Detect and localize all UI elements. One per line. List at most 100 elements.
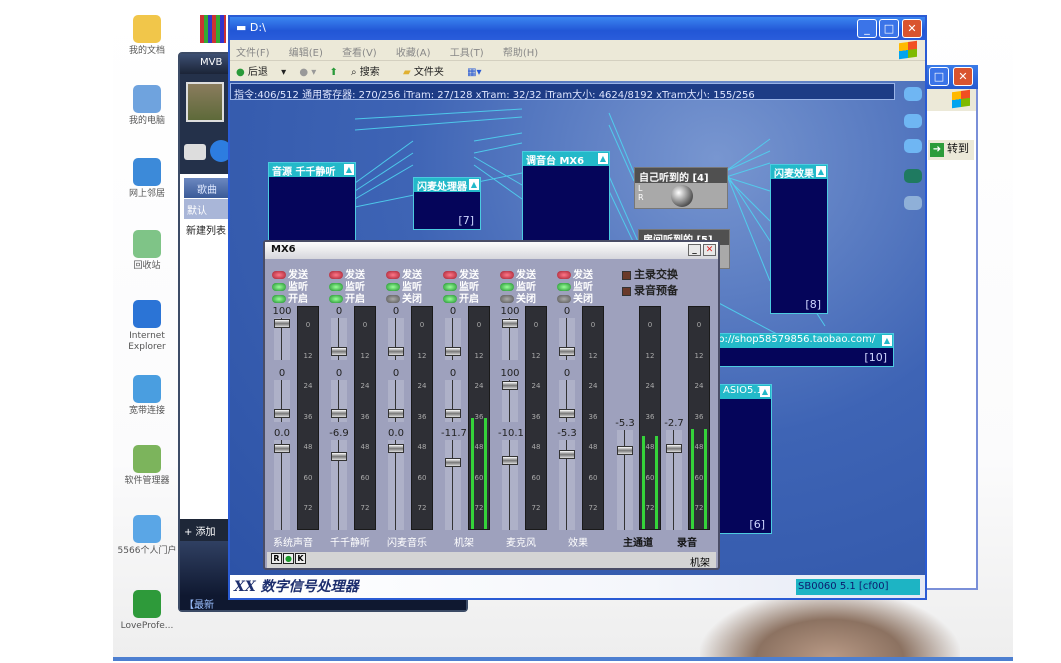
- fader-thumb[interactable]: [617, 446, 633, 456]
- checkbox[interactable]: [622, 270, 631, 280]
- option-swap[interactable]: 主录交换: [622, 266, 678, 282]
- power-toggle[interactable]: 关闭: [557, 290, 593, 305]
- power-toggle[interactable]: 关闭: [500, 290, 536, 305]
- power-toggle[interactable]: 开启: [329, 290, 365, 305]
- desktop-icon[interactable]: 回收站: [112, 230, 182, 272]
- fader[interactable]: [388, 380, 404, 422]
- fader-thumb[interactable]: [274, 444, 290, 454]
- send-toggle[interactable]: 发送: [500, 266, 536, 281]
- up-icon[interactable]: ⬆: [329, 67, 337, 78]
- fader-thumb[interactable]: [388, 409, 404, 419]
- fader-thumb[interactable]: [559, 450, 575, 460]
- send-toggle[interactable]: 发送: [272, 266, 308, 281]
- collapse-icon[interactable]: ▲: [882, 335, 892, 346]
- monitor-toggle[interactable]: 监听: [500, 278, 536, 293]
- send-toggle[interactable]: 发送: [329, 266, 365, 281]
- power-toggle[interactable]: 开启: [443, 290, 479, 305]
- desktop-icon[interactable]: 网上邻居: [112, 158, 182, 200]
- fader-thumb[interactable]: [559, 409, 575, 419]
- desktop-icon[interactable]: Internet Explorer: [112, 300, 182, 353]
- option-record-ready[interactable]: 录音预备: [622, 282, 678, 298]
- desktop-icon[interactable]: 我的文档: [112, 15, 182, 57]
- menu-favorites[interactable]: 收藏(A): [396, 48, 431, 59]
- fader-thumb[interactable]: [445, 458, 461, 468]
- fader[interactable]: [331, 318, 347, 360]
- video-thumbnail[interactable]: [186, 82, 224, 122]
- fader-thumb[interactable]: [274, 318, 290, 328]
- fader[interactable]: [502, 380, 518, 422]
- fader[interactable]: [617, 430, 633, 530]
- tab-songs[interactable]: 歌曲: [184, 178, 230, 198]
- fader[interactable]: [559, 440, 575, 530]
- node-mic-processor[interactable]: 闪麦处理器 ▲ [7]: [413, 177, 481, 230]
- close-button[interactable]: ✕: [902, 19, 922, 38]
- add-button[interactable]: + 添加: [180, 519, 230, 541]
- collapse-icon[interactable]: ▲: [469, 179, 479, 190]
- node-mic-effect[interactable]: 闪麦效果 ▲ [8]: [770, 164, 828, 314]
- music-app-icon[interactable]: [200, 15, 226, 43]
- fader-thumb[interactable]: [274, 409, 290, 419]
- monitor-toggle[interactable]: 监听: [557, 278, 593, 293]
- collapse-icon[interactable]: ▲: [760, 386, 770, 397]
- back-button[interactable]: ● 后退 ▾: [236, 67, 286, 78]
- node-url[interactable]: http://shop58579856.taobao.com/ ▲ [10]: [700, 333, 894, 367]
- fader[interactable]: [388, 440, 404, 530]
- fader-thumb[interactable]: [559, 347, 575, 357]
- fader-thumb[interactable]: [445, 347, 461, 357]
- fader[interactable]: [559, 380, 575, 422]
- menu-tools[interactable]: 工具(T): [450, 48, 484, 59]
- fader-thumb[interactable]: [502, 318, 518, 328]
- fader-thumb[interactable]: [388, 444, 404, 454]
- desktop-icon[interactable]: LoveProfe...: [112, 590, 182, 632]
- fader[interactable]: [666, 430, 682, 530]
- send-toggle[interactable]: 发送: [557, 266, 593, 281]
- node-self-hear[interactable]: 自己听到的 [4] L R: [634, 167, 728, 209]
- power-toggle[interactable]: 开启: [272, 290, 308, 305]
- minimize-button[interactable]: _: [688, 244, 701, 256]
- volume-knob[interactable]: [671, 185, 693, 207]
- monitor-toggle[interactable]: 监听: [272, 278, 308, 293]
- menu-help[interactable]: 帮助(H): [503, 48, 538, 59]
- r-button[interactable]: R: [271, 553, 282, 564]
- fader[interactable]: [274, 380, 290, 422]
- fader[interactable]: [331, 440, 347, 530]
- menu-edit[interactable]: 编辑(E): [289, 48, 323, 59]
- fader[interactable]: [559, 318, 575, 360]
- forward-button[interactable]: ● ▾: [299, 67, 316, 78]
- fader[interactable]: [388, 318, 404, 360]
- monitor-toggle[interactable]: 监听: [443, 278, 479, 293]
- fader-thumb[interactable]: [502, 380, 518, 390]
- send-toggle[interactable]: 发送: [443, 266, 479, 281]
- monitor-toggle[interactable]: 监听: [329, 278, 365, 293]
- monitor-toggle[interactable]: 监听: [386, 278, 422, 293]
- desktop-icon[interactable]: 软件管理器: [112, 445, 182, 487]
- desktop-icon[interactable]: 我的电脑: [112, 85, 182, 127]
- maximize-button[interactable]: □: [879, 19, 899, 38]
- playlist-new[interactable]: 新建列表: [186, 222, 226, 237]
- fader[interactable]: [502, 440, 518, 530]
- power-toggle[interactable]: 关闭: [386, 290, 422, 305]
- desktop-icon[interactable]: 5566个人门户: [112, 515, 182, 557]
- views-button[interactable]: ▦▾: [467, 67, 481, 78]
- goto-button[interactable]: ➜ 转到: [928, 140, 974, 160]
- fader[interactable]: [445, 380, 461, 422]
- fader-thumb[interactable]: [331, 409, 347, 419]
- music-note-icon[interactable]: [184, 144, 206, 160]
- maximize-button[interactable]: □: [929, 67, 949, 86]
- fader-thumb[interactable]: [666, 444, 682, 454]
- fader[interactable]: [331, 380, 347, 422]
- fader-thumb[interactable]: [331, 347, 347, 357]
- close-button[interactable]: ✕: [703, 244, 716, 256]
- fader-thumb[interactable]: [331, 452, 347, 462]
- fader[interactable]: [274, 318, 290, 360]
- menu-file[interactable]: 文件(F): [236, 48, 270, 59]
- playlist-default[interactable]: 默认: [184, 199, 230, 219]
- folders-button[interactable]: ▰ 文件夹: [403, 67, 454, 78]
- fader-thumb[interactable]: [388, 347, 404, 357]
- record-dot-button[interactable]: ●: [283, 553, 294, 564]
- close-button[interactable]: ✕: [953, 67, 973, 86]
- fader-thumb[interactable]: [445, 409, 461, 419]
- fader[interactable]: [445, 318, 461, 360]
- fader-thumb[interactable]: [502, 456, 518, 466]
- checkbox[interactable]: [622, 286, 631, 296]
